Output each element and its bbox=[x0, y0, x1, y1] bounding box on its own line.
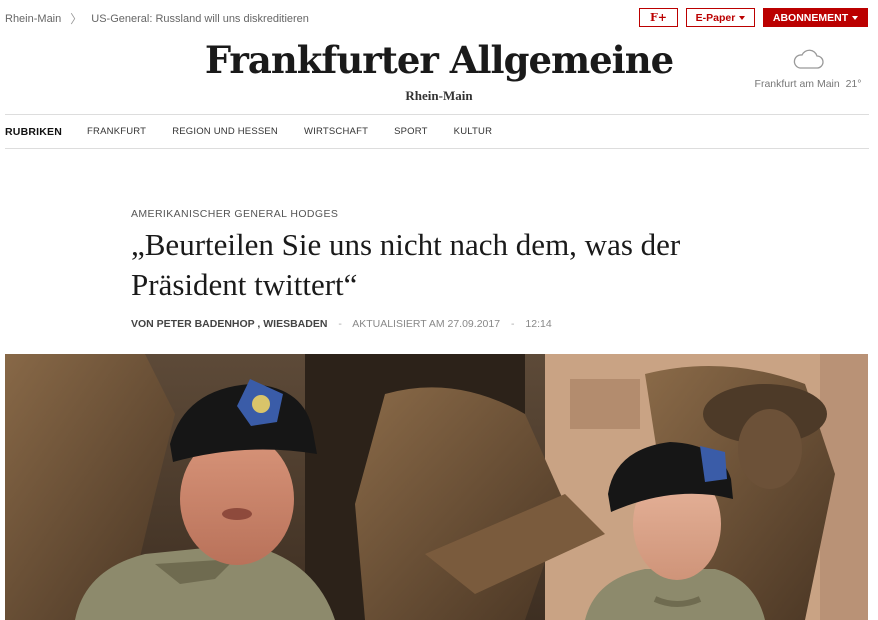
breadcrumb-item-current[interactable]: US-General: Russland will uns diskrediti… bbox=[91, 13, 309, 25]
article-updated: AKTUALISIERT AM 27.09.2017 bbox=[352, 318, 501, 330]
nav-item-frankfurt[interactable]: FRANKFURT bbox=[87, 126, 146, 137]
fplus-button[interactable]: F+ bbox=[639, 8, 678, 27]
breadcrumb: Rhein-Main 〉 US-General: Russland will u… bbox=[5, 10, 309, 27]
byline-separator: - bbox=[338, 318, 342, 330]
epaper-button[interactable]: E-Paper bbox=[686, 8, 755, 27]
epaper-label: E-Paper bbox=[695, 11, 736, 24]
edition-label: Rhein-Main bbox=[405, 88, 473, 103]
nav-item-region-und-hessen[interactable]: REGION UND HESSEN bbox=[172, 126, 278, 137]
site-logo[interactable]: Frankfurter Allgemeine bbox=[0, 36, 878, 84]
article-photo[interactable] bbox=[5, 354, 868, 620]
article-time: 12:14 bbox=[525, 318, 552, 330]
weather-widget[interactable]: Frankfurt am Main 21° bbox=[748, 48, 868, 90]
article-author[interactable]: VON PETER BADENHOP , WIESBADEN bbox=[131, 318, 327, 330]
chevron-down-icon bbox=[852, 15, 859, 20]
fplus-label: F+ bbox=[649, 11, 668, 24]
breadcrumb-item-rhein-main[interactable]: Rhein-Main bbox=[5, 13, 61, 25]
article-headline: „Beurteilen Sie uns nicht nach dem, was … bbox=[131, 227, 681, 302]
main-nav: RUBRIKEN FRANKFURT REGION UND HESSEN WIR… bbox=[5, 114, 869, 149]
cloud-icon bbox=[793, 49, 824, 69]
nav-item-kultur[interactable]: KULTUR bbox=[454, 126, 493, 137]
chevron-down-icon bbox=[739, 15, 746, 20]
nav-rubriken[interactable]: RUBRIKEN bbox=[5, 126, 62, 138]
top-actions: F+ E-Paper ABONNEMENT bbox=[639, 8, 868, 27]
article-byline: VON PETER BADENHOP , WIESBADEN - AKTUALI… bbox=[131, 318, 552, 330]
abonnement-button[interactable]: ABONNEMENT bbox=[763, 8, 868, 27]
nav-item-wirtschaft[interactable]: WIRTSCHAFT bbox=[304, 126, 368, 137]
nav-item-sport[interactable]: SPORT bbox=[394, 126, 428, 137]
byline-separator: - bbox=[510, 318, 515, 330]
article-kicker: AMERIKANISCHER GENERAL HODGES bbox=[131, 208, 339, 220]
photo-illustration bbox=[5, 354, 868, 620]
weather-text: Frankfurt am Main 21° bbox=[748, 78, 868, 90]
abonnement-label: ABONNEMENT bbox=[772, 11, 849, 24]
weather-temperature: 21° bbox=[845, 78, 862, 90]
weather-location: Frankfurt am Main bbox=[754, 78, 840, 90]
breadcrumb-separator: 〉 bbox=[70, 12, 83, 26]
